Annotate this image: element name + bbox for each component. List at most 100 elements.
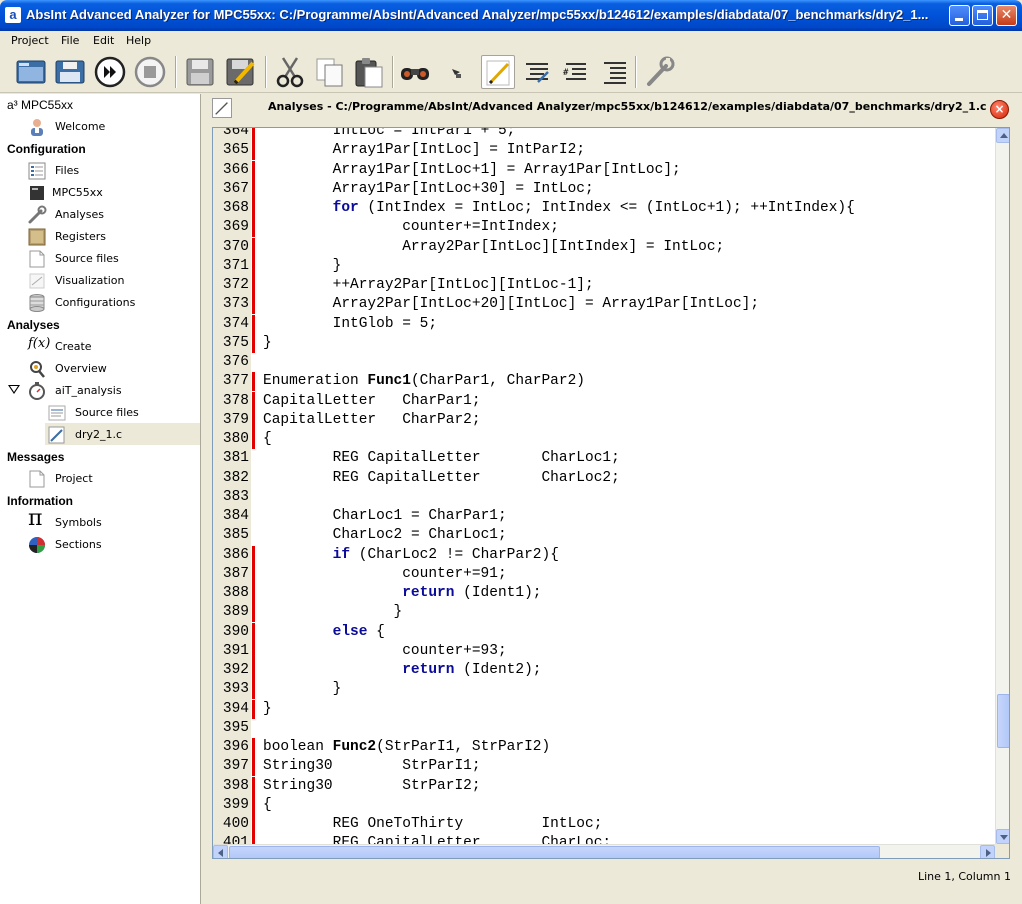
code-line[interactable]: 400 REG OneToThirty IntLoc;	[213, 815, 995, 834]
stop-button[interactable]	[133, 55, 167, 89]
open-project-button[interactable]	[14, 55, 48, 89]
code-line[interactable]: 393 }	[213, 680, 995, 700]
tree-item-ait-analysis[interactable]: aiT_analysis	[0, 379, 200, 401]
code-line[interactable]: 373 Array2Par[IntLoc+20][IntLoc] = Array…	[213, 295, 995, 315]
tree-item-create[interactable]: f(x) Create	[0, 335, 200, 357]
code-line[interactable]: 385 CharLoc2 = CharLoc1;	[213, 526, 995, 545]
horizontal-scrollbar[interactable]	[213, 844, 995, 858]
cut-button[interactable]	[273, 55, 307, 89]
code-line[interactable]: 364 IntLoc = IntPar1 + 5;	[213, 128, 995, 141]
find-next-button[interactable]	[440, 55, 474, 89]
maximize-button[interactable]	[972, 5, 993, 26]
code-line[interactable]: 395	[213, 719, 995, 738]
maximize-icon	[977, 10, 988, 20]
code-line[interactable]: 392 return (Ident2);	[213, 661, 995, 680]
code-line[interactable]: 401 REG CapitalLetter CharLoc;	[213, 834, 995, 844]
code-text: Array1Par[IntLoc] = IntParI2;	[332, 142, 586, 159]
tree-item-symbols[interactable]: π Symbols	[0, 508, 200, 533]
code-line[interactable]: 380 {	[213, 430, 995, 449]
run-analysis-button[interactable]	[93, 55, 127, 89]
format-button[interactable]	[598, 55, 632, 89]
code-line[interactable]: 369 counter+=IntIndex;	[213, 218, 995, 238]
line-number: 386	[222, 546, 249, 563]
tree-item-welcome[interactable]: Welcome	[0, 115, 200, 137]
code-line[interactable]: 371 }	[213, 256, 995, 276]
code-line[interactable]: 382 REG CapitalLetter CharLoc2;	[213, 469, 995, 488]
code-line[interactable]: 387 counter+=91;	[213, 564, 995, 584]
tree-item-messages-project[interactable]: Project	[0, 467, 200, 489]
tree-root[interactable]: a³ MPC55xx	[7, 98, 73, 112]
save-button[interactable]	[183, 55, 217, 89]
horizontal-scroll-thumb[interactable]	[229, 846, 880, 858]
find-button[interactable]	[398, 55, 432, 89]
tree-item-visualization[interactable]: Visualization	[0, 269, 200, 291]
tree-item-mpc55xx[interactable]: MPC55xx	[0, 181, 200, 203]
scroll-right-button[interactable]	[980, 845, 995, 858]
copy-button[interactable]	[313, 55, 347, 89]
code-line[interactable]: 372 ++Array2Par[IntLoc][IntLoc-1];	[213, 276, 995, 295]
code-line[interactable]: 384 CharLoc1 = CharPar1;	[213, 507, 995, 526]
code-line[interactable]: 399 {	[213, 795, 995, 815]
minimize-button[interactable]	[949, 5, 970, 26]
tree-item-analyses-config[interactable]: Analyses	[0, 203, 200, 225]
expand-toggle-icon[interactable]	[8, 385, 20, 394]
menu-file[interactable]: File	[61, 34, 79, 47]
tree-item-source-files[interactable]: Source files	[0, 247, 200, 269]
tree-item-configurations[interactable]: Configurations	[0, 291, 200, 313]
scroll-up-button[interactable]	[996, 128, 1009, 143]
scroll-left-button[interactable]	[213, 845, 228, 858]
code-line[interactable]: 390 else {	[213, 622, 995, 642]
menu-help[interactable]: Help	[126, 34, 151, 47]
paste-button[interactable]	[352, 55, 386, 89]
code-line[interactable]: 377 Enumeration Func1(CharPar1, CharPar2)	[213, 372, 995, 392]
code-line[interactable]: 376	[213, 353, 995, 372]
close-button[interactable]: ✕	[996, 5, 1017, 26]
settings-button[interactable]	[642, 55, 676, 89]
code-line[interactable]: 370 Array2Par[IntLoc][IntIndex] = IntLoc…	[213, 237, 995, 257]
code-line[interactable]: 398 String30 StrParI2;	[213, 776, 995, 796]
code-line[interactable]: 365 Array1Par[IntLoc] = IntParI2;	[213, 141, 995, 161]
code-line[interactable]: 381 REG CapitalLetter CharLoc1;	[213, 449, 995, 468]
code-line[interactable]: 391 counter+=93;	[213, 641, 995, 661]
vertical-scrollbar[interactable]	[995, 128, 1009, 844]
paste-icon	[355, 58, 383, 88]
scroll-down-button[interactable]	[996, 829, 1009, 844]
code-line[interactable]: 367 Array1Par[IntLoc+30] = IntLoc;	[213, 179, 995, 199]
tree-item-dry2-file[interactable]: dry2_1.c	[45, 423, 200, 445]
edit-mode-button[interactable]	[481, 55, 515, 89]
tree-item-overview[interactable]: Overview	[0, 357, 200, 379]
close-editor-icon[interactable]: ×	[990, 100, 1009, 119]
code-line[interactable]: 383	[213, 488, 995, 507]
code-text: }	[263, 681, 342, 698]
code-line[interactable]: 397 String30 StrParI1;	[213, 757, 995, 777]
code-line[interactable]: 375}	[213, 333, 995, 353]
title-bar[interactable]: a AbsInt Advanced Analyzer for MPC55xx: …	[0, 0, 1022, 31]
code-line[interactable]: 386 if (CharLoc2 != CharPar2){	[213, 545, 995, 565]
code-line[interactable]: 366 Array1Par[IntLoc+1] = Array1Par[IntL…	[213, 160, 995, 180]
tree-item-sections[interactable]: Sections	[0, 533, 200, 555]
tree-item-registers[interactable]: Registers	[0, 225, 200, 247]
window-title: AbsInt Advanced Analyzer for MPC55xx: C:…	[26, 7, 929, 22]
indent-button[interactable]	[520, 55, 554, 89]
tree-item-ait-source-files[interactable]: Source files	[0, 401, 200, 423]
code-line[interactable]: 379 CapitalLetter CharPar2;	[213, 410, 995, 430]
menu-edit[interactable]: Edit	[93, 34, 114, 47]
code-line[interactable]: 394}	[213, 699, 995, 719]
vertical-scroll-thumb[interactable]	[997, 694, 1009, 748]
code-area[interactable]: 364 IntLoc = IntPar1 + 5; 365 Array1Par[I…	[213, 128, 995, 844]
line-number: 385	[222, 527, 249, 544]
code-line[interactable]: 378 CapitalLetter CharPar1;	[213, 391, 995, 411]
document-icon	[29, 250, 45, 268]
menu-project[interactable]: Project	[11, 34, 49, 47]
tree-item-files[interactable]: Files	[0, 159, 200, 181]
code-line[interactable]: 396 boolean Func2(StrParI1, StrParI2)	[213, 738, 995, 757]
comment-button[interactable]: #	[558, 55, 592, 89]
line-number: 368	[222, 200, 249, 216]
code-line[interactable]: 368 for (IntIndex = IntLoc; IntIndex <= …	[213, 199, 995, 218]
code-editor[interactable]: 364 IntLoc = IntPar1 + 5; 365 Array1Par[I…	[212, 127, 1010, 859]
code-line[interactable]: 374 IntGlob = 5;	[213, 314, 995, 334]
save-project-button[interactable]	[53, 55, 87, 89]
code-line[interactable]: 389 }	[213, 603, 995, 623]
code-line[interactable]: 388 return (Ident1);	[213, 584, 995, 603]
save-as-button[interactable]	[223, 55, 257, 89]
